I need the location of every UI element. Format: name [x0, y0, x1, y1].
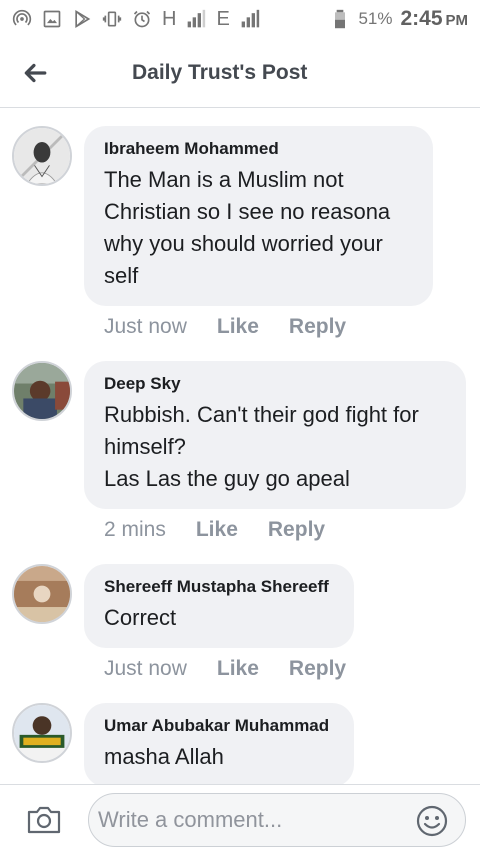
camera-button[interactable] [0, 785, 88, 855]
vibrate-icon [102, 9, 122, 29]
back-button[interactable] [0, 38, 70, 108]
clock-time: 2:45 [400, 7, 443, 30]
comment-timestamp: Just now [104, 657, 187, 680]
status-bar: H E 51% 2:45 PM [0, 0, 480, 38]
comment-text: The Man is a Muslim not Christian so I s… [104, 167, 391, 288]
comment-text: Rubbish. Can't their god fight for himse… [104, 402, 419, 491]
network-type-h: H [162, 7, 177, 30]
clock: 2:45 PM [400, 7, 468, 31]
comment-bubble[interactable]: Ibraheem Mohammed The Man is a Muslim no… [84, 126, 433, 306]
comment-bubble[interactable]: Umar Abubakar Muhammad masha Allah [84, 703, 354, 784]
like-button[interactable]: Like [196, 518, 238, 542]
avatar[interactable] [12, 564, 72, 624]
signal-icon-2 [240, 9, 260, 29]
avatar[interactable] [12, 361, 72, 421]
comment-text: Correct [104, 605, 177, 630]
comment-author[interactable]: Umar Abubakar Muhammad [104, 715, 334, 737]
alarm-icon [132, 9, 152, 29]
comment-actions: 2 mins Like Reply [104, 518, 355, 542]
back-arrow-icon [24, 63, 47, 82]
comment-author[interactable]: Deep Sky [104, 373, 446, 395]
comment-actions: Just now Like Reply [104, 315, 376, 339]
battery-icon [330, 9, 350, 29]
like-button[interactable]: Like [217, 657, 259, 681]
emoji-icon [416, 805, 448, 837]
hotspot-icon [12, 9, 32, 29]
comment-actions: Just now Like Reply [104, 657, 376, 681]
comment-input-box[interactable] [88, 793, 466, 847]
reply-button[interactable]: Reply [289, 657, 346, 681]
app-header: Daily Trust's Post [0, 38, 480, 108]
comment-bubble[interactable]: Shereeff Mustapha Shereeff Correct [84, 564, 354, 648]
comment-timestamp: 2 mins [104, 518, 166, 541]
avatar[interactable] [12, 126, 72, 186]
comment-bubble[interactable]: Deep Sky Rubbish. Can't their god fight … [84, 361, 466, 509]
page-title: Daily Trust's Post [132, 60, 308, 84]
play-store-icon [72, 9, 92, 29]
battery-percent: 51% [358, 9, 393, 28]
camera-icon [27, 806, 61, 833]
reply-button[interactable]: Reply [289, 315, 346, 339]
comment-author[interactable]: Ibraheem Mohammed [104, 138, 413, 160]
avatar[interactable] [12, 703, 72, 763]
reply-button[interactable]: Reply [268, 518, 325, 542]
image-icon [42, 9, 62, 29]
comment-timestamp: Just now [104, 315, 187, 338]
like-button[interactable]: Like [217, 315, 259, 339]
comment-author[interactable]: Shereeff Mustapha Shereeff [104, 576, 334, 598]
clock-ampm: PM [445, 12, 469, 29]
comment-composer [0, 784, 480, 854]
network-type-e: E [216, 7, 230, 30]
emoji-button[interactable] [415, 804, 449, 838]
signal-icon [186, 9, 206, 29]
comment-list[interactable]: Ibraheem Mohammed The Man is a Muslim no… [0, 109, 480, 784]
comment-text: masha Allah [104, 744, 224, 769]
comment-input[interactable] [98, 807, 398, 833]
